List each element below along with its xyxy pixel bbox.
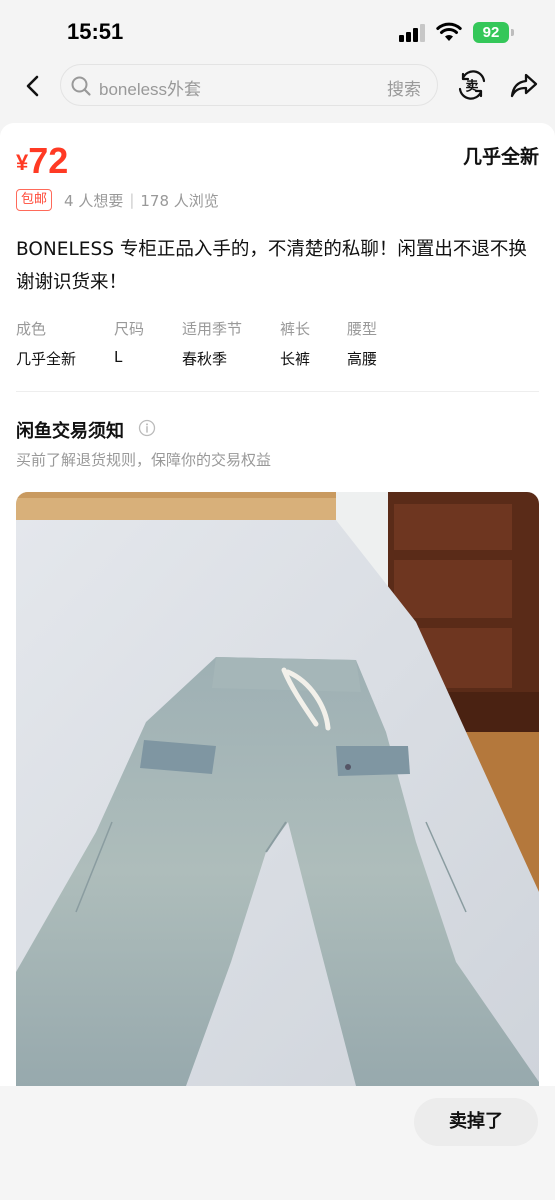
meta-divider: | — [129, 191, 135, 209]
attribute-waist: 腰型 高腰 — [347, 318, 377, 369]
jeans-photo-illustration — [16, 492, 539, 1086]
attribute-key: 适用季节 — [182, 320, 243, 338]
chevron-left-icon — [26, 75, 39, 97]
sold-button[interactable]: 卖掉了 — [414, 1098, 538, 1146]
battery-icon: 92 — [473, 22, 515, 43]
battery-level: 92 — [473, 22, 509, 43]
attribute-size: 尺码 L — [114, 318, 144, 366]
trade-notice-subtitle: 买前了解退货规则，保障你的交易权益 — [16, 451, 272, 469]
svg-text:卖: 卖 — [465, 79, 478, 95]
product-photo[interactable] — [16, 492, 539, 1086]
share-icon — [510, 73, 538, 98]
attribute-season: 适用季节 春秋季 — [182, 318, 242, 369]
price-value: 72 — [28, 140, 69, 181]
item-description: BONELESS 专柜正品入手的，不清楚的私聊！闲置出不退不换谢谢识货来！ — [16, 239, 527, 293]
status-bar: 15:51 92 — [0, 0, 555, 62]
item-meta: 包邮 4 人想要 | 178 人浏览 — [16, 189, 219, 211]
search-input[interactable]: boneless外套 搜索 — [60, 64, 438, 106]
share-button[interactable] — [508, 69, 540, 101]
trade-notice-title[interactable]: 闲鱼交易须知 — [16, 417, 124, 443]
wifi-icon — [436, 22, 462, 42]
translate-icon: 卖 — [458, 70, 486, 100]
attribute-key: 成色 — [16, 320, 47, 338]
info-icon[interactable] — [138, 419, 156, 437]
attribute-key: 裤长 — [280, 320, 311, 338]
condition-badge: 几乎全新 — [462, 142, 540, 169]
search-button[interactable]: 搜索 — [387, 75, 421, 100]
attribute-key: 尺码 — [114, 320, 145, 338]
price-currency: ¥ — [16, 150, 29, 175]
attribute-value: 高腰 — [347, 350, 378, 368]
bottom-action-bar: 卖掉了 — [0, 1086, 555, 1200]
attribute-condition: 成色 几乎全新 — [16, 318, 76, 369]
attribute-value: L — [114, 348, 123, 366]
status-time: 15:51 — [67, 19, 124, 44]
attribute-value: 春秋季 — [182, 350, 228, 368]
search-query: boneless外套 — [99, 80, 202, 99]
item-attributes: 成色 几乎全新 尺码 L 适用季节 春秋季 裤长 长裤 腰型 高腰 — [16, 318, 536, 378]
attribute-length: 裤长 长裤 — [280, 318, 310, 369]
wants-count: 4 人想要 — [64, 191, 124, 210]
views-count: 178 人浏览 — [140, 191, 219, 210]
attribute-value: 长裤 — [280, 350, 311, 368]
attribute-key: 腰型 — [347, 320, 378, 338]
back-button[interactable] — [18, 70, 50, 102]
cellular-signal-icon — [399, 24, 429, 42]
nav-bar: boneless外套 搜索 卖 — [0, 62, 555, 110]
attribute-value: 几乎全新 — [16, 350, 77, 368]
section-divider — [16, 391, 539, 392]
translate-button[interactable]: 卖 — [455, 68, 489, 102]
condition-label: 几乎全新 — [462, 146, 539, 168]
price: ¥72 — [16, 140, 68, 182]
free-shipping-tag: 包邮 — [16, 189, 53, 211]
search-icon — [71, 76, 91, 96]
